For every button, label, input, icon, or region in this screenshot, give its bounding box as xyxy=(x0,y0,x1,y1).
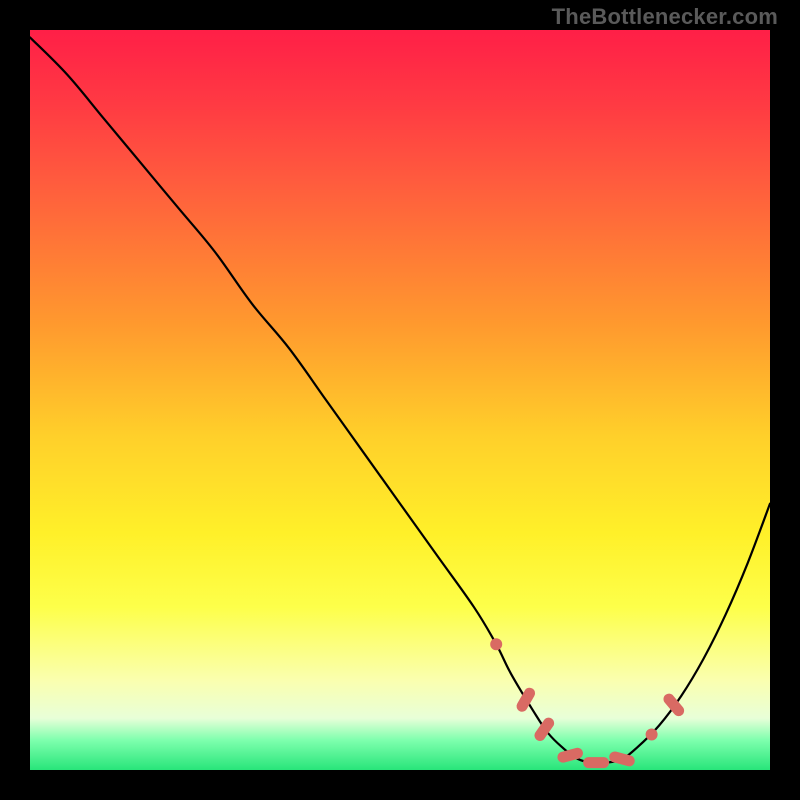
curve-marker-dash xyxy=(583,757,609,768)
plot-area xyxy=(30,30,770,770)
curve-marker-dash xyxy=(556,747,584,764)
curve-markers xyxy=(490,638,686,768)
curve-marker-dot xyxy=(646,728,658,740)
chart-frame: TheBottlenecker.com xyxy=(0,0,800,800)
curve-marker-dot xyxy=(490,638,502,650)
attribution-text: TheBottlenecker.com xyxy=(552,4,778,30)
bottleneck-curve xyxy=(30,37,770,763)
curve-layer xyxy=(30,30,770,770)
